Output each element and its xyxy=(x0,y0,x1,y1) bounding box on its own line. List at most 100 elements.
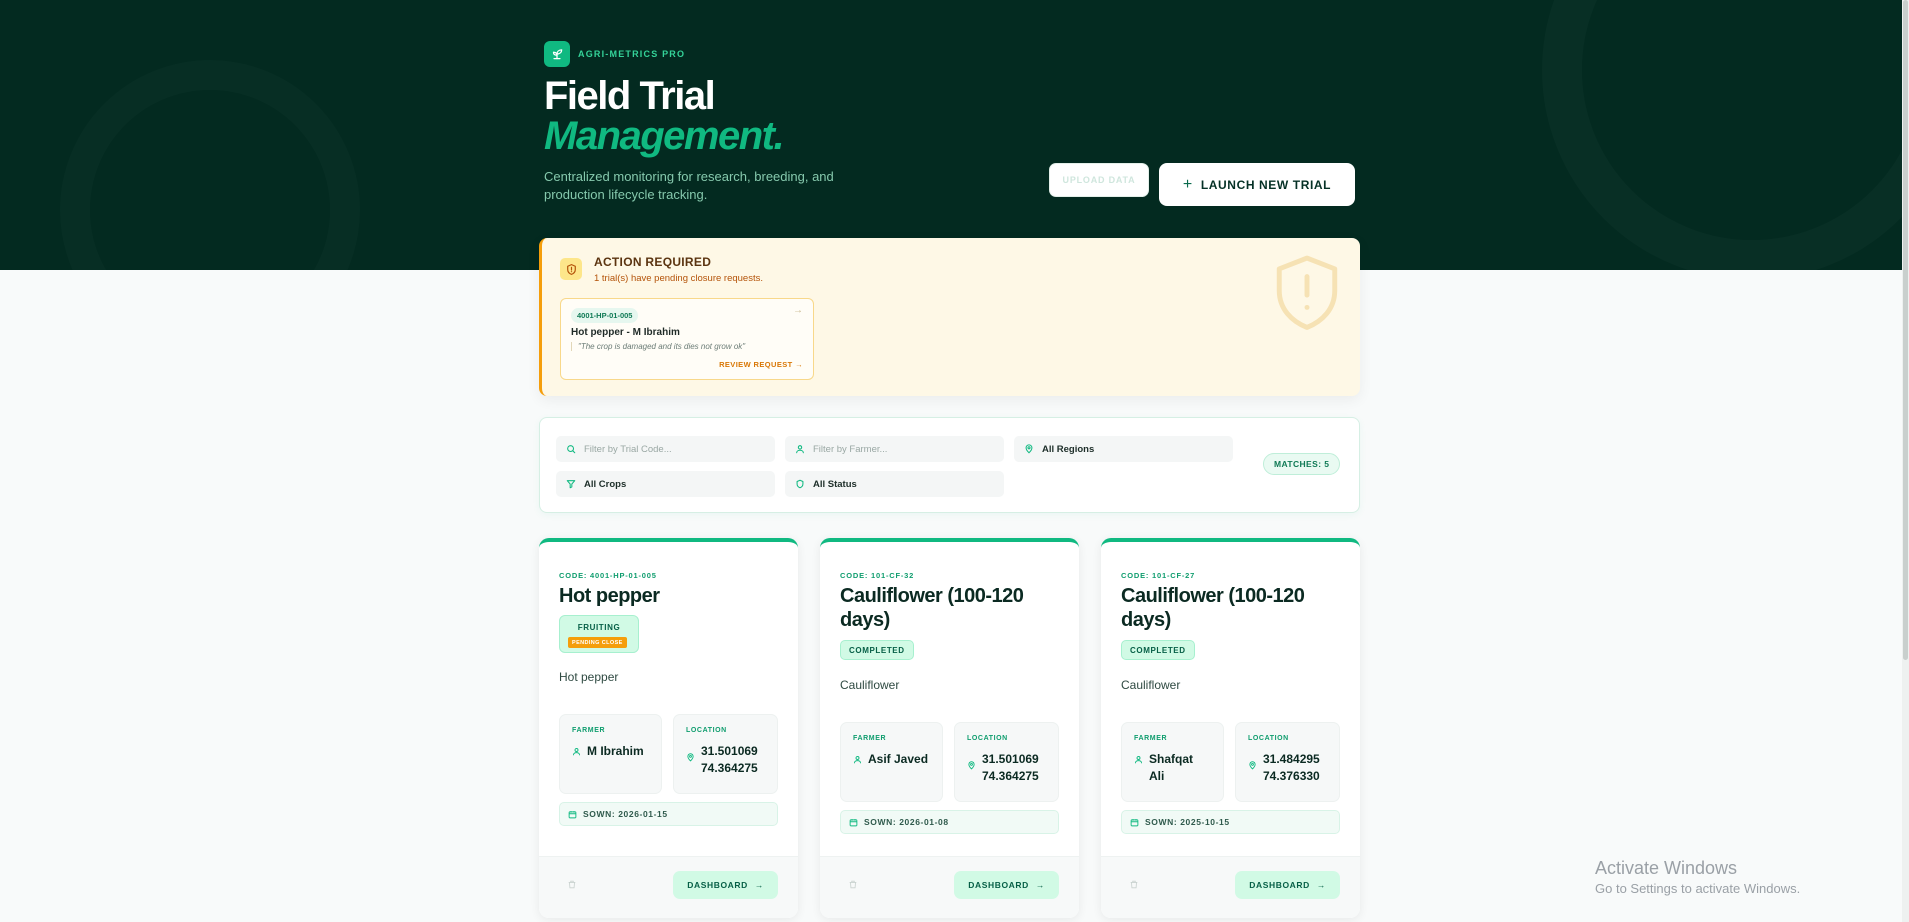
status-badge: COMPLETED xyxy=(1121,640,1195,660)
map-pin-icon xyxy=(968,761,975,770)
farmer-info: FARMER Asif Javed xyxy=(840,722,943,802)
user-icon xyxy=(854,756,861,764)
page-scrollbar[interactable] xyxy=(1902,0,1909,922)
dashboard-button[interactable]: DASHBOARD → xyxy=(1235,871,1340,899)
status-badge: FRUITING PENDING CLOSE xyxy=(559,615,639,653)
activate-windows-watermark: Activate Windows Go to Settings to activ… xyxy=(1595,858,1800,896)
arrow-right-icon: → xyxy=(1316,880,1326,890)
map-pin-icon xyxy=(1249,761,1256,770)
farmer-info: FARMER Shafqat Ali xyxy=(1121,722,1224,802)
user-icon xyxy=(573,748,580,756)
trial-code: CODE: 4001-HP-01-005 xyxy=(559,571,657,580)
sprout-icon xyxy=(544,41,570,67)
card-footer: DASHBOARD → xyxy=(539,856,798,918)
request-trial-code: 4001-HP-01-005 xyxy=(571,308,639,323)
farmer-label: FARMER xyxy=(853,735,887,742)
trial-card: CODE: 101-CF-32 Cauliflower (100-120 day… xyxy=(820,538,1079,918)
status-select-value: All Status xyxy=(813,478,857,490)
farmer-filter-placeholder: Filter by Farmer... xyxy=(813,443,888,455)
calendar-icon xyxy=(1130,818,1139,826)
trial-card: CODE: 101-CF-27 Cauliflower (100-120 day… xyxy=(1101,538,1360,918)
farmer-label: FARMER xyxy=(1134,735,1168,742)
brand: AGRI-METRICS PRO xyxy=(544,41,685,67)
dashboard-label: DASHBOARD xyxy=(687,880,748,890)
shield-alert-icon xyxy=(560,258,582,280)
trial-name: Hot pepper xyxy=(559,585,660,607)
filter-panel: Filter by Trial Code... Filter by Farmer… xyxy=(539,417,1360,513)
activate-windows-title: Activate Windows xyxy=(1595,858,1738,878)
dashboard-label: DASHBOARD xyxy=(968,880,1029,890)
trial-code-filter-input[interactable]: Filter by Trial Code... xyxy=(556,436,775,462)
upload-data-button[interactable]: UPLOAD DATA xyxy=(1049,163,1149,197)
crop-name: Cauliflower xyxy=(1121,678,1181,692)
shield-check-icon xyxy=(796,479,804,489)
location-latitude: 31.484295 xyxy=(1263,752,1320,766)
trash-icon[interactable] xyxy=(1129,879,1139,890)
crop-name: Cauliflower xyxy=(840,678,900,692)
request-reason: "The crop is damaged and its dies not gr… xyxy=(571,342,745,351)
dashboard-label: DASHBOARD xyxy=(1249,880,1310,890)
farmer-info: FARMER M Ibrahim xyxy=(559,714,662,794)
map-pin-icon xyxy=(1025,444,1033,454)
calendar-icon xyxy=(849,818,858,826)
status-select[interactable]: All Status xyxy=(785,471,1004,497)
location-label: LOCATION xyxy=(686,727,727,734)
location-longitude: 74.364275 xyxy=(701,761,758,775)
farmer-name: M Ibrahim xyxy=(587,744,644,758)
plus-icon: + xyxy=(1182,175,1193,193)
alert-subtitle: 1 trial(s) have pending closure requests… xyxy=(594,273,763,284)
hero-header xyxy=(0,0,1902,270)
trial-code: CODE: 101-CF-32 xyxy=(840,571,915,580)
matches-count-badge: MATCHES: 5 xyxy=(1263,453,1341,475)
page-title-accent: Management. xyxy=(544,114,785,158)
location-latitude: 31.501069 xyxy=(701,744,758,758)
decorative-ring xyxy=(1542,0,1902,270)
user-icon xyxy=(1135,756,1142,764)
search-icon xyxy=(567,445,576,454)
dashboard-button[interactable]: DASHBOARD → xyxy=(954,871,1059,899)
scrollbar-thumb[interactable] xyxy=(1903,0,1908,660)
location-longitude: 74.364275 xyxy=(982,769,1039,783)
trial-card: CODE: 4001-HP-01-005 Hot pepper FRUITING… xyxy=(539,538,798,918)
arrow-right-icon: → xyxy=(793,305,803,316)
trial-name: Cauliflower (100-120 days) xyxy=(1121,585,1305,631)
crop-select-value: All Crops xyxy=(584,478,627,490)
farmer-filter-input[interactable]: Filter by Farmer... xyxy=(785,436,1004,462)
location-info: LOCATION 31.501069 74.364275 xyxy=(954,722,1059,802)
decorative-ring xyxy=(60,60,360,270)
closure-request-card[interactable]: 4001-HP-01-005 → Hot pepper - M Ibrahim … xyxy=(560,298,814,380)
calendar-icon xyxy=(568,810,577,818)
region-select[interactable]: All Regions xyxy=(1014,436,1233,462)
status-badge: COMPLETED xyxy=(840,640,914,660)
activate-windows-subtitle: Go to Settings to activate Windows. xyxy=(1595,881,1801,896)
trial-code-filter-placeholder: Filter by Trial Code... xyxy=(584,443,672,455)
location-latitude: 31.501069 xyxy=(982,752,1039,766)
action-required-alert: ACTION REQUIRED 1 trial(s) have pending … xyxy=(539,238,1360,396)
trash-icon[interactable] xyxy=(567,879,577,890)
review-request-link[interactable]: REVIEW REQUEST → xyxy=(719,360,803,369)
region-select-value: All Regions xyxy=(1042,443,1095,455)
crop-name: Hot pepper xyxy=(559,670,619,684)
status-label: FRUITING xyxy=(577,623,621,632)
trash-icon[interactable] xyxy=(848,879,858,890)
card-footer: DASHBOARD → xyxy=(820,856,1079,918)
location-label: LOCATION xyxy=(967,735,1008,742)
dashboard-button[interactable]: DASHBOARD → xyxy=(673,871,778,899)
farmer-name: Asif Javed xyxy=(868,752,929,766)
location-longitude: 74.376330 xyxy=(1263,769,1320,783)
crop-select[interactable]: All Crops xyxy=(556,471,775,497)
farmer-name: Shafqat Ali xyxy=(1149,752,1194,783)
alert-title: ACTION REQUIRED xyxy=(594,255,712,269)
launch-new-trial-label: LAUNCH NEW TRIAL xyxy=(1200,177,1332,192)
map-pin-icon xyxy=(687,753,694,762)
user-icon xyxy=(796,445,804,454)
page-title: Field Trial xyxy=(544,74,716,118)
shield-watermark-icon xyxy=(1270,251,1344,338)
sown-date-text: SOWN: 2026-01-08 xyxy=(864,817,949,827)
location-label: LOCATION xyxy=(1248,735,1289,742)
request-title: Hot pepper - M Ibrahim xyxy=(571,327,680,338)
launch-new-trial-button[interactable]: + LAUNCH NEW TRIAL xyxy=(1159,163,1355,206)
arrow-right-icon: → xyxy=(754,880,764,890)
filter-icon xyxy=(566,480,576,489)
arrow-right-icon: → xyxy=(1035,880,1045,890)
